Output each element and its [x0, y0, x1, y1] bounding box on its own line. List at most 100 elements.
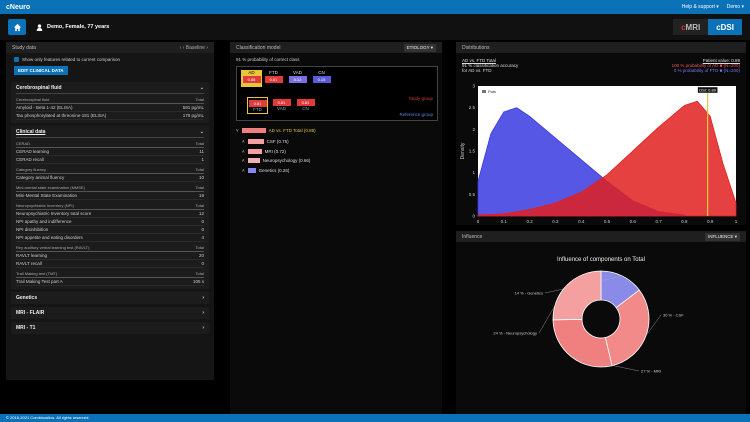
reference-chip[interactable]: 0.81 CN	[295, 97, 316, 114]
pie-slice[interactable]	[552, 318, 613, 368]
row-label: CERAD learning	[16, 149, 50, 154]
class-label: AD	[248, 70, 255, 75]
collapsed-section[interactable]: MRI - T1 ›	[11, 322, 209, 334]
collapsed-section[interactable]: Genetics ›	[11, 292, 209, 304]
group-total-label: Total	[195, 141, 204, 146]
clinical-section: Clinical data ⌄ CERAD Total CERAD learning 1…	[11, 126, 209, 289]
patient-info: Demo, Female, 77 years	[36, 23, 109, 31]
checkbox-icon	[14, 57, 19, 62]
class-value: 0.81	[264, 76, 283, 83]
slice-label: 30 % - CSF	[663, 313, 684, 318]
y-tick-label: 1	[472, 170, 475, 175]
app-logo: cNeuro	[6, 3, 31, 11]
tree-label: CSF (0.75)	[266, 139, 289, 144]
x-tick-label: 0.3	[552, 219, 559, 224]
x-tick-label: 0.5	[604, 219, 611, 224]
table-row: RAVLT recall 0	[16, 260, 204, 268]
table-row: CERAD learning 11	[16, 148, 204, 156]
group-header: Category fluency Total	[16, 167, 204, 174]
row-value: 11	[199, 149, 204, 154]
reference-value: 0.81	[248, 100, 267, 107]
class-chip[interactable]: FTD 0.81	[263, 70, 284, 87]
slice-label: 14 % - Genetics	[515, 291, 543, 296]
legend-label: Pats	[488, 89, 496, 94]
row-value: 19	[198, 193, 204, 198]
x-tick-label: 0.6	[630, 219, 637, 224]
reference-chip[interactable]: 0.81 FTD	[247, 97, 268, 114]
user-menu[interactable]: Demo ▾	[727, 4, 744, 10]
y-tick-label: 0	[472, 214, 475, 219]
tree-item[interactable]: ˄ Genetics (0.26)	[242, 168, 289, 173]
help-menu[interactable]: Help & support ▾	[682, 4, 719, 10]
group-name: Category fluency	[16, 167, 47, 172]
group-header: Cerebrospinal fluid Total	[16, 97, 204, 104]
row-label: NPI disinhibition	[16, 227, 49, 232]
chevron-down-icon[interactable]: ˅	[236, 128, 239, 133]
distribution-info: AD vs. FTD Total 91 % classification acc…	[462, 58, 518, 73]
class-chip[interactable]: AD 0.88	[241, 70, 262, 87]
group-name: Trail Making test (TMT)	[16, 271, 58, 276]
tab-dsi[interactable]: cDSI	[708, 19, 742, 35]
panel-title: Distributions	[462, 44, 490, 51]
show-only-checkbox[interactable]: Show only features related to current co…	[6, 53, 214, 64]
x-tick-label: 0.1	[501, 219, 508, 224]
csf-section-header[interactable]: Cerebrospinal fluid ⌄	[16, 85, 204, 94]
row-value: 105 s	[192, 279, 204, 284]
class-chip[interactable]: VAD 0.12	[287, 70, 308, 87]
chevron-up-icon[interactable]: ˄	[242, 139, 245, 144]
class-value: 0.15	[312, 76, 331, 83]
collapsed-sections: Genetics › MRI - FLAIR › MRI - T1 ›	[6, 292, 214, 334]
row-value: 10	[198, 175, 204, 180]
tree-item[interactable]: ˄ Neuropsychology (0.66)	[242, 158, 310, 163]
etiology-select[interactable]: ETIOLOGY ▾	[403, 43, 436, 52]
x-tick-label: 0.4	[578, 219, 585, 224]
marker-label: DSI: 0.89	[699, 88, 716, 93]
tree-item[interactable]: ˄ MRI (0.72)	[242, 149, 286, 154]
probability-subtitle: 91 % probability of correct class	[236, 57, 300, 62]
collapsed-section[interactable]: MRI - FLAIR ›	[11, 307, 209, 319]
group-total-label: Total	[195, 245, 204, 250]
baseline-nav[interactable]: ‹ › Baseline ›	[180, 45, 208, 51]
y-tick-label: 2	[472, 127, 475, 132]
class-label: CN	[318, 70, 325, 75]
classification-header: Classification model ETIOLOGY ▾	[230, 42, 442, 53]
row-label: Mini-Mental State Examination	[16, 193, 78, 198]
row-value: 20	[198, 253, 204, 258]
y-tick-label: 1.5	[469, 149, 476, 154]
edit-clinical-data-button[interactable]: EDIT CLINICAL DATA	[14, 66, 68, 75]
chevron-up-icon[interactable]: ˄	[242, 168, 245, 173]
chevron-up-icon[interactable]: ˄	[242, 158, 245, 163]
table-row: NPI apathy and indifference 0	[16, 218, 204, 226]
group-total-label: Total	[195, 203, 204, 208]
pie-slice[interactable]	[552, 270, 602, 321]
tree-label: Genetics (0.26)	[258, 168, 290, 173]
row-label: Neuropsychiatric Inventory total score	[16, 211, 92, 216]
chevron-up-icon[interactable]: ˄	[242, 149, 245, 154]
table-row: CERAD recall 1	[16, 156, 204, 164]
tree-item[interactable]: ˄ CSF (0.75)	[242, 139, 289, 144]
row-label: CERAD recall	[16, 157, 44, 162]
chevron-down-icon: ⌄	[199, 129, 204, 135]
group-name: Rey auditory verbal learning test (RAVLT…	[16, 245, 90, 250]
legend-ftd: 0 % probability of FTD ■ (N=200)	[673, 68, 740, 73]
home-icon	[13, 23, 21, 31]
class-chip[interactable]: CN 0.15	[311, 70, 332, 87]
tree-label: AD vs. FTD Total (0.89)	[268, 128, 316, 133]
table-row: Amyloid - Beta 1-42 (ELISA) 591 pg/mL	[16, 105, 204, 112]
clinical-groups: CERAD Total CERAD learning 11 CERAD recall 1 C…	[16, 141, 204, 286]
reference-chip[interactable]: 0.81 VAD	[271, 97, 292, 114]
study-panel-header: Study data ‹ › Baseline ›	[6, 42, 214, 53]
tree-item[interactable]: ˅ AD vs. FTD Total (0.89)	[236, 128, 316, 133]
distribution-legend: Patient value: 0.89 100 % probability of…	[672, 58, 740, 73]
row-value: 4	[201, 235, 204, 240]
section-title: Genetics	[16, 295, 38, 301]
tab-mri[interactable]: c MRI	[673, 19, 709, 35]
group-total-label: Total	[195, 271, 204, 276]
clinical-section-header[interactable]: Clinical data ⌄	[16, 129, 204, 138]
influence-select[interactable]: INFLUENCE ▾	[704, 232, 740, 241]
slice-label: 24 % - Neuropsychology	[493, 331, 537, 336]
y-tick-label: 0.5	[469, 192, 476, 197]
row-value: 1	[201, 157, 204, 162]
panel-title: Classification model	[236, 44, 281, 51]
home-button[interactable]	[8, 19, 26, 35]
